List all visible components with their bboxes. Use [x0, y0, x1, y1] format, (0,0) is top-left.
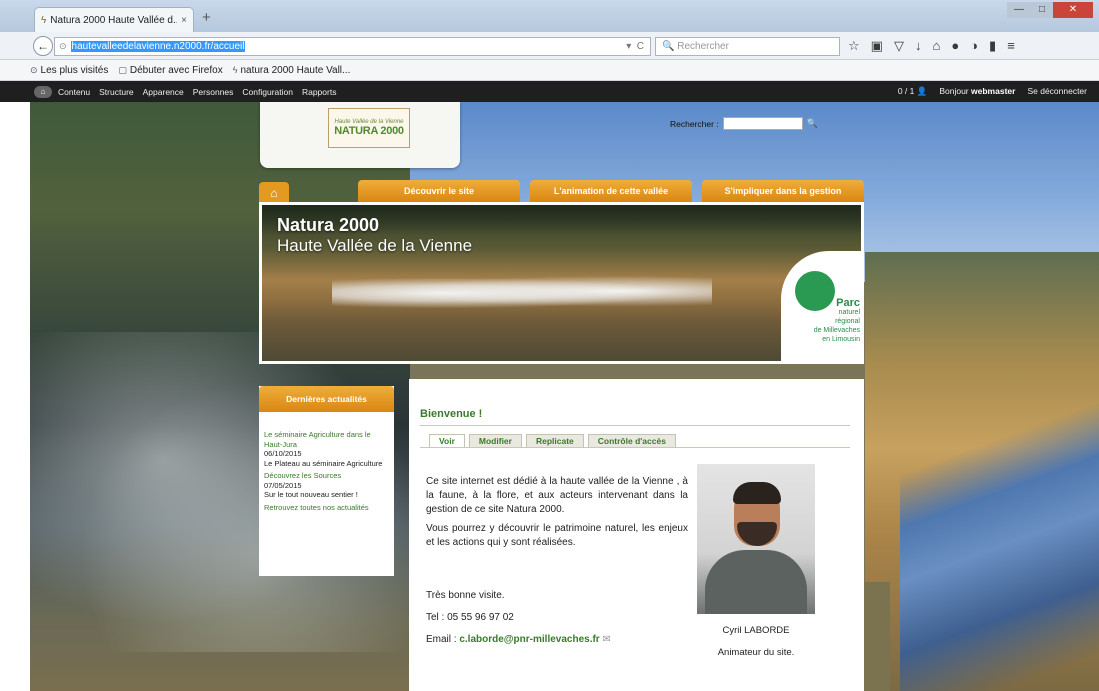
tab-close-icon[interactable]: × [181, 15, 187, 26]
reading-list-icon[interactable]: ▣ [871, 38, 883, 54]
page-title: Bienvenue ! [420, 408, 483, 420]
intro-paragraph: Ce site internet est dédié à la haute va… [426, 476, 688, 515]
reload-button[interactable]: ▾ C [626, 41, 644, 52]
star-icon[interactable]: ☆ [848, 38, 860, 54]
email-link[interactable]: c.laborde@pnr-millevaches.fr [459, 634, 599, 645]
intro-paragraph: Vous pourrez y découvrir le patrimoine n… [426, 523, 688, 548]
news-date: 06/10/2015 [264, 449, 302, 458]
nav-tab-impliquer[interactable]: S'impliquer dans la gestion [702, 180, 864, 202]
logout-link[interactable]: Se déconnecter [1027, 86, 1087, 97]
admin-menu-item[interactable]: Configuration [242, 87, 293, 97]
close-window-button[interactable]: ✕ [1053, 2, 1093, 18]
maximize-button[interactable]: □ [1031, 2, 1053, 18]
admin-menu-item[interactable]: Contenu [58, 87, 90, 97]
logo-card: Haute Vallée de la Vienne NATURA 2000 [260, 102, 460, 168]
site-search-input[interactable] [722, 117, 803, 130]
main-content: Bienvenue ! Voir Modifier Replicate Contrôl… [409, 379, 864, 691]
banner-snowy-river [332, 275, 712, 311]
home-icon[interactable]: ⌂ [932, 38, 940, 54]
news-link[interactable]: Retrouvez toutes nos actualités [264, 503, 389, 513]
site-search-label: Rechercher : [670, 118, 719, 129]
intro-text: Ce site internet est dédié à la haute va… [426, 475, 688, 555]
news-list: Le séminaire Agriculture dans le Haut-Ju… [259, 412, 394, 512]
nav-tab-animation[interactable]: L'animation de cette vallée [530, 180, 692, 202]
bookmark-item[interactable]: ϟ natura 2000 Haute Vall... [233, 65, 351, 76]
bookmarks-bar: ⊙ Les plus visités ▢ Débuter avec Firefox ϟ n… [0, 60, 1099, 81]
admin-toolbar: ⌂ Contenu Structure Apparence Personnes Conf… [0, 81, 1099, 102]
back-button[interactable]: ← [33, 36, 53, 56]
browser-titlebar: ϟ Natura 2000 Haute Vallée d... × + — □ … [0, 0, 1099, 32]
pocket-icon[interactable]: ▽ [894, 38, 904, 54]
admin-counter[interactable]: 0 / 1 👤 [898, 86, 928, 97]
browser-tab[interactable]: ϟ Natura 2000 Haute Vallée d... × [34, 7, 194, 32]
url-bar[interactable]: ⊙ hautevalleedelavienne.n2000.fr/accueil… [54, 37, 651, 56]
banner-title: Natura 2000 [277, 215, 380, 235]
website-page: Haute Vallée de la Vienne NATURA 2000 Re… [30, 102, 1099, 691]
bookmark-icon: ⊙ [30, 64, 38, 75]
browser-search-input[interactable]: 🔍 Rechercher [655, 37, 840, 56]
natura-favicon-icon: ϟ [41, 14, 47, 26]
news-text: Sur le tout nouveau sentier ! [264, 490, 358, 499]
chat-icon[interactable]: ● [951, 38, 959, 54]
title-divider [420, 425, 850, 426]
toolbar-icons: ☆ ▣ ▽ ↓ ⌂ ● ◑ ▮ ≡ [848, 38, 1015, 54]
banner-subtitle: Haute Vallée de la Vienne [277, 236, 473, 255]
content-tab[interactable]: Voir [429, 434, 465, 448]
parc-millevaches-logo[interactable]: Parc naturel régional de Millevaches en … [781, 251, 861, 361]
site-info-icon[interactable]: ⊙ [59, 41, 67, 52]
admin-greeting: Bonjour webmaster [939, 86, 1016, 96]
new-tab-button[interactable]: + [202, 9, 211, 26]
content-tab[interactable]: Contrôle d'accès [587, 434, 676, 448]
animator-photo [697, 464, 815, 614]
content-tab[interactable]: Modifier [468, 434, 522, 448]
minimize-button[interactable]: — [1007, 2, 1031, 18]
nav-tab-decouvrir[interactable]: Découvrir le site [358, 180, 520, 202]
news-text: Le Plateau au séminaire Agriculture [264, 458, 383, 468]
news-link[interactable]: Découvrez les Sources [264, 471, 389, 481]
site-search: Rechercher : 🔍 [670, 117, 818, 130]
closing-text: Très bonne visite. [426, 590, 505, 601]
email-line: Email : c.laborde@pnr-millevaches.fr ✉ [426, 634, 611, 645]
tab-title: Natura 2000 Haute Vallée d... [50, 14, 178, 26]
bookmark-icon: ▢ [118, 64, 127, 75]
bookmark-item[interactable]: ▢ Débuter avec Firefox [118, 65, 222, 76]
phone-text: Tel : 05 55 96 97 02 [426, 612, 514, 623]
header-banner: Natura 2000 Haute Vallée de la Vienne Pa… [259, 202, 864, 364]
window-controls: — □ ✕ [1007, 2, 1093, 18]
content-tabs: Voir Modifier Replicate Contrôle d'accès [429, 434, 676, 448]
email-icon: ✉ [602, 634, 611, 645]
admin-home-icon[interactable]: ⌂ [34, 85, 52, 98]
news-title: Dernières actualités [259, 386, 394, 412]
bookmark-item[interactable]: ⊙ Les plus visités [30, 65, 108, 76]
natura-2000-logo[interactable]: Haute Vallée de la Vienne NATURA 2000 [328, 108, 410, 148]
search-icon[interactable]: 🔍 [807, 118, 818, 129]
news-date: 07/05/2015 [264, 480, 302, 490]
home-tab-icon[interactable]: ⌂ [259, 182, 289, 204]
bookmark-icon: ϟ [232, 65, 238, 75]
news-block: Dernières actualités Le séminaire Agricu… [259, 386, 394, 576]
contact-block: Très bonne visite. Tel : 05 55 96 97 02 … [426, 589, 688, 655]
person-role: Animateur du site. [717, 647, 795, 658]
extension-icon[interactable]: ▮ [989, 38, 996, 54]
news-link[interactable]: Le séminaire Agriculture dans le Haut-Ju… [264, 430, 389, 449]
menu-icon[interactable]: ≡ [1007, 38, 1015, 54]
admin-menu-item[interactable]: Personnes [193, 87, 234, 97]
url-text: hautevalleedelavienne.n2000.fr/accueil [70, 41, 246, 52]
sync-icon[interactable]: ◑ [970, 38, 978, 54]
content-tab[interactable]: Replicate [525, 434, 584, 448]
person-name: Cyril LABORDE [722, 625, 790, 636]
tabs-divider [420, 447, 850, 448]
admin-menu-item[interactable]: Apparence [143, 87, 184, 97]
background-river [900, 402, 1099, 691]
admin-menu-item[interactable]: Rapports [302, 87, 337, 97]
admin-menu-item[interactable]: Structure [99, 87, 134, 97]
download-icon[interactable]: ↓ [915, 38, 922, 54]
